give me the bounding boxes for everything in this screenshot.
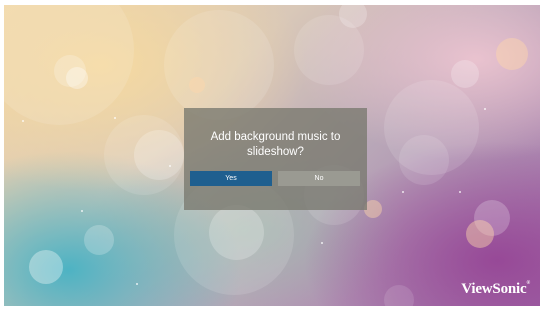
sparkle: [169, 165, 171, 167]
no-button[interactable]: No: [278, 171, 360, 186]
wallpaper: Add background music to slideshow? Yes N…: [4, 5, 540, 306]
bokeh-light: [384, 285, 414, 306]
sparkle: [321, 242, 323, 244]
bokeh-light: [339, 5, 367, 28]
dialog-message: Add background music to slideshow?: [210, 131, 341, 158]
sparkle: [22, 120, 24, 122]
brand-name: ViewSonic: [461, 281, 527, 297]
bokeh-light: [496, 38, 528, 70]
bokeh-light: [29, 250, 63, 284]
bokeh-light: [466, 220, 494, 248]
bokeh-light: [451, 60, 479, 88]
sparkle: [136, 283, 138, 285]
bokeh-light: [84, 225, 114, 255]
sparkle: [484, 108, 486, 110]
registered-mark: ®: [526, 281, 530, 286]
bokeh-light: [189, 77, 205, 93]
bokeh-light: [4, 5, 134, 125]
sparkle: [459, 191, 461, 193]
bokeh-light: [474, 200, 510, 236]
bokeh-light: [294, 15, 364, 85]
sparkle: [402, 191, 404, 193]
bokeh-light: [209, 205, 264, 260]
bokeh-light: [54, 55, 86, 87]
yes-button[interactable]: Yes: [190, 171, 272, 186]
bokeh-light: [399, 135, 449, 185]
bokeh-light: [164, 10, 274, 120]
confirm-dialog: Add background music to slideshow? Yes N…: [184, 108, 367, 210]
bokeh-light: [384, 80, 479, 175]
sparkle: [81, 210, 83, 212]
bokeh-light: [134, 130, 184, 180]
bokeh-light: [104, 115, 184, 195]
bokeh-light: [66, 67, 88, 89]
sparkle: [114, 117, 116, 119]
viewsonic-logo: ViewSonic®: [461, 281, 530, 298]
